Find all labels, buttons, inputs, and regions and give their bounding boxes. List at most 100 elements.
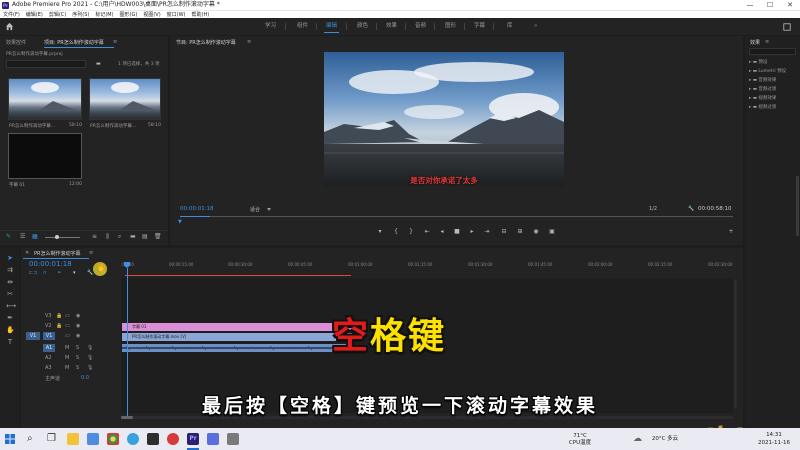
lift-icon[interactable]: ⊟ <box>500 228 508 236</box>
sync-icon[interactable]: ▭ <box>65 313 70 319</box>
more-workspaces-button[interactable]: » <box>534 18 537 35</box>
track-label[interactable]: V2 <box>45 323 52 329</box>
mute-button[interactable]: M <box>65 345 69 351</box>
pencil-icon[interactable]: ✎ <box>6 233 11 240</box>
tab-learn[interactable]: 学习 <box>265 18 276 35</box>
panel-menu-icon[interactable]: ≡ <box>765 39 769 45</box>
audio-clip[interactable] <box>122 344 352 352</box>
master-volume[interactable]: 0.0 <box>81 375 89 381</box>
microphone-icon[interactable]: 🎙 <box>87 355 93 361</box>
add-marker-icon[interactable]: ▾ <box>73 270 76 276</box>
go-to-in-icon[interactable]: ⇤ <box>423 228 431 236</box>
project-item-video-1[interactable] <box>8 78 82 120</box>
share-icon[interactable] <box>783 23 791 31</box>
file-explorer-icon[interactable] <box>67 433 79 445</box>
search-icon[interactable]: ⌕ <box>27 433 39 445</box>
resolution-dropdown[interactable]: 1/2 <box>649 206 657 212</box>
hand-tool-icon[interactable]: ✋ <box>6 326 15 334</box>
lock-icon[interactable]: 🔒 <box>56 323 62 329</box>
playhead-timecode[interactable]: 00:00:01:18 <box>180 206 214 212</box>
task-view-icon[interactable]: ❐ <box>47 433 59 445</box>
eye-icon[interactable]: ◉ <box>76 323 80 329</box>
new-bin-icon[interactable]: ▬ <box>130 233 136 240</box>
minimize-button[interactable]: — <box>740 0 760 10</box>
microphone-icon[interactable]: 🎙 <box>87 365 93 371</box>
close-button[interactable]: ✕ <box>780 0 800 10</box>
fit-dropdown[interactable]: 适合 <box>250 206 260 213</box>
menu-clip[interactable]: 剪辑(C) <box>46 11 69 18</box>
tab-effect-controls[interactable]: 效果控件 <box>6 39 26 46</box>
track-label[interactable]: A2 <box>45 355 52 361</box>
track-label[interactable]: V3 <box>45 313 52 319</box>
menu-window[interactable]: 窗口(W) <box>164 11 189 18</box>
zoom-slider[interactable] <box>45 237 80 238</box>
icon-view-icon[interactable]: ▦ <box>32 233 38 240</box>
slip-tool-icon[interactable]: ⟷ <box>6 302 16 310</box>
comparison-view-icon[interactable]: ▣ <box>548 228 556 236</box>
program-monitor-frame[interactable]: 是否对你承诺了太多 <box>324 52 564 186</box>
track-label[interactable]: A3 <box>45 365 52 371</box>
effects-folder-audio-transitions[interactable]: ▸ ▬ 音频过渡 <box>749 86 776 92</box>
video-clip[interactable]: PR怎么制作滚动字幕.mov [V] <box>122 333 352 341</box>
folder-icon[interactable]: ▬ <box>96 61 101 67</box>
menu-view[interactable]: 视图(V) <box>140 11 163 18</box>
track-label[interactable]: A1 <box>43 344 55 352</box>
effects-folder-video-effects[interactable]: ▸ ▬ 视频效果 <box>749 95 776 101</box>
eye-icon[interactable]: ◉ <box>76 313 80 319</box>
scrollbar[interactable] <box>796 176 799 236</box>
list-view-icon[interactable]: ☰ <box>20 233 25 240</box>
app-icon[interactable] <box>207 433 219 445</box>
menu-file[interactable]: 文件(F) <box>0 11 23 18</box>
effects-folder-video-transitions[interactable]: ▸ ▬ 视频过渡 <box>749 104 776 110</box>
tab-color[interactable]: 颜色 <box>357 18 368 35</box>
app-icon[interactable] <box>147 433 159 445</box>
program-monitor-title[interactable]: 节目: PR怎么制作滚动字幕 <box>176 39 236 46</box>
solo-button[interactable]: S <box>76 345 79 351</box>
recorder-icon[interactable] <box>167 433 179 445</box>
solo-button[interactable]: S <box>76 355 79 361</box>
clock-time[interactable]: 14:31 <box>754 432 794 439</box>
automate-icon[interactable]: ⫼ <box>106 233 109 241</box>
tab-effects[interactable]: 效果 <box>386 18 397 35</box>
stop-icon[interactable]: ■ <box>453 228 461 236</box>
windows-start-icon[interactable] <box>5 434 15 444</box>
ripple-edit-tool-icon[interactable]: ⇹ <box>6 278 14 286</box>
eye-icon[interactable]: ◉ <box>76 333 80 339</box>
pen-tool-icon[interactable]: ✒ <box>6 314 14 322</box>
mark-out-icon[interactable]: } <box>407 228 415 236</box>
tab-libraries[interactable]: 库 <box>507 18 513 35</box>
step-forward-icon[interactable]: ▸ <box>468 228 476 236</box>
panel-menu-icon[interactable]: ≡ <box>89 250 93 256</box>
vertical-scrollbar[interactable] <box>734 280 737 408</box>
panel-menu-icon[interactable]: ≡ <box>247 39 251 45</box>
solo-button[interactable]: S <box>76 365 79 371</box>
track-label[interactable]: V1 <box>43 332 55 340</box>
time-ruler[interactable]: :00:00 00:00:15:00 00:00:30:00 00:00:45:… <box>121 262 733 274</box>
maximize-button[interactable]: ☐ <box>760 0 780 10</box>
mark-in-icon[interactable]: { <box>392 228 400 236</box>
chrome-icon[interactable] <box>107 433 119 445</box>
snap-icon[interactable]: ∩ <box>43 270 47 276</box>
source-patch-v1[interactable]: V1 <box>26 332 40 340</box>
tab-audio[interactable]: 音频 <box>415 18 426 35</box>
work-area-bar[interactable] <box>125 275 351 276</box>
tab-editing[interactable]: 编辑 <box>323 18 340 35</box>
new-item-icon[interactable]: ▤ <box>142 233 148 240</box>
panel-menu-icon[interactable]: ≡ <box>113 39 117 45</box>
sync-icon[interactable]: ▭ <box>65 323 70 329</box>
effects-folder-presets[interactable]: ▸ ▬ 预设 <box>749 59 767 65</box>
weather-text[interactable]: 20°C 多云 <box>645 436 685 443</box>
project-search-input[interactable] <box>6 60 86 68</box>
track-select-tool-icon[interactable]: ⇉ <box>6 266 14 274</box>
project-item-video-2[interactable] <box>89 78 161 120</box>
lock-icon[interactable]: 🔒 <box>56 313 62 319</box>
export-frame-icon[interactable]: ◉ <box>532 228 540 236</box>
browser-icon[interactable] <box>127 433 139 445</box>
find-icon[interactable]: ⌕ <box>118 233 121 241</box>
effects-search-input[interactable] <box>749 48 796 55</box>
mute-button[interactable]: M <box>65 365 69 371</box>
sort-icon[interactable]: ≡ <box>92 233 97 240</box>
type-tool-icon[interactable]: T <box>6 338 14 346</box>
menu-marker[interactable]: 标记(M) <box>92 11 116 18</box>
razor-tool-icon[interactable]: ✂ <box>6 290 14 298</box>
